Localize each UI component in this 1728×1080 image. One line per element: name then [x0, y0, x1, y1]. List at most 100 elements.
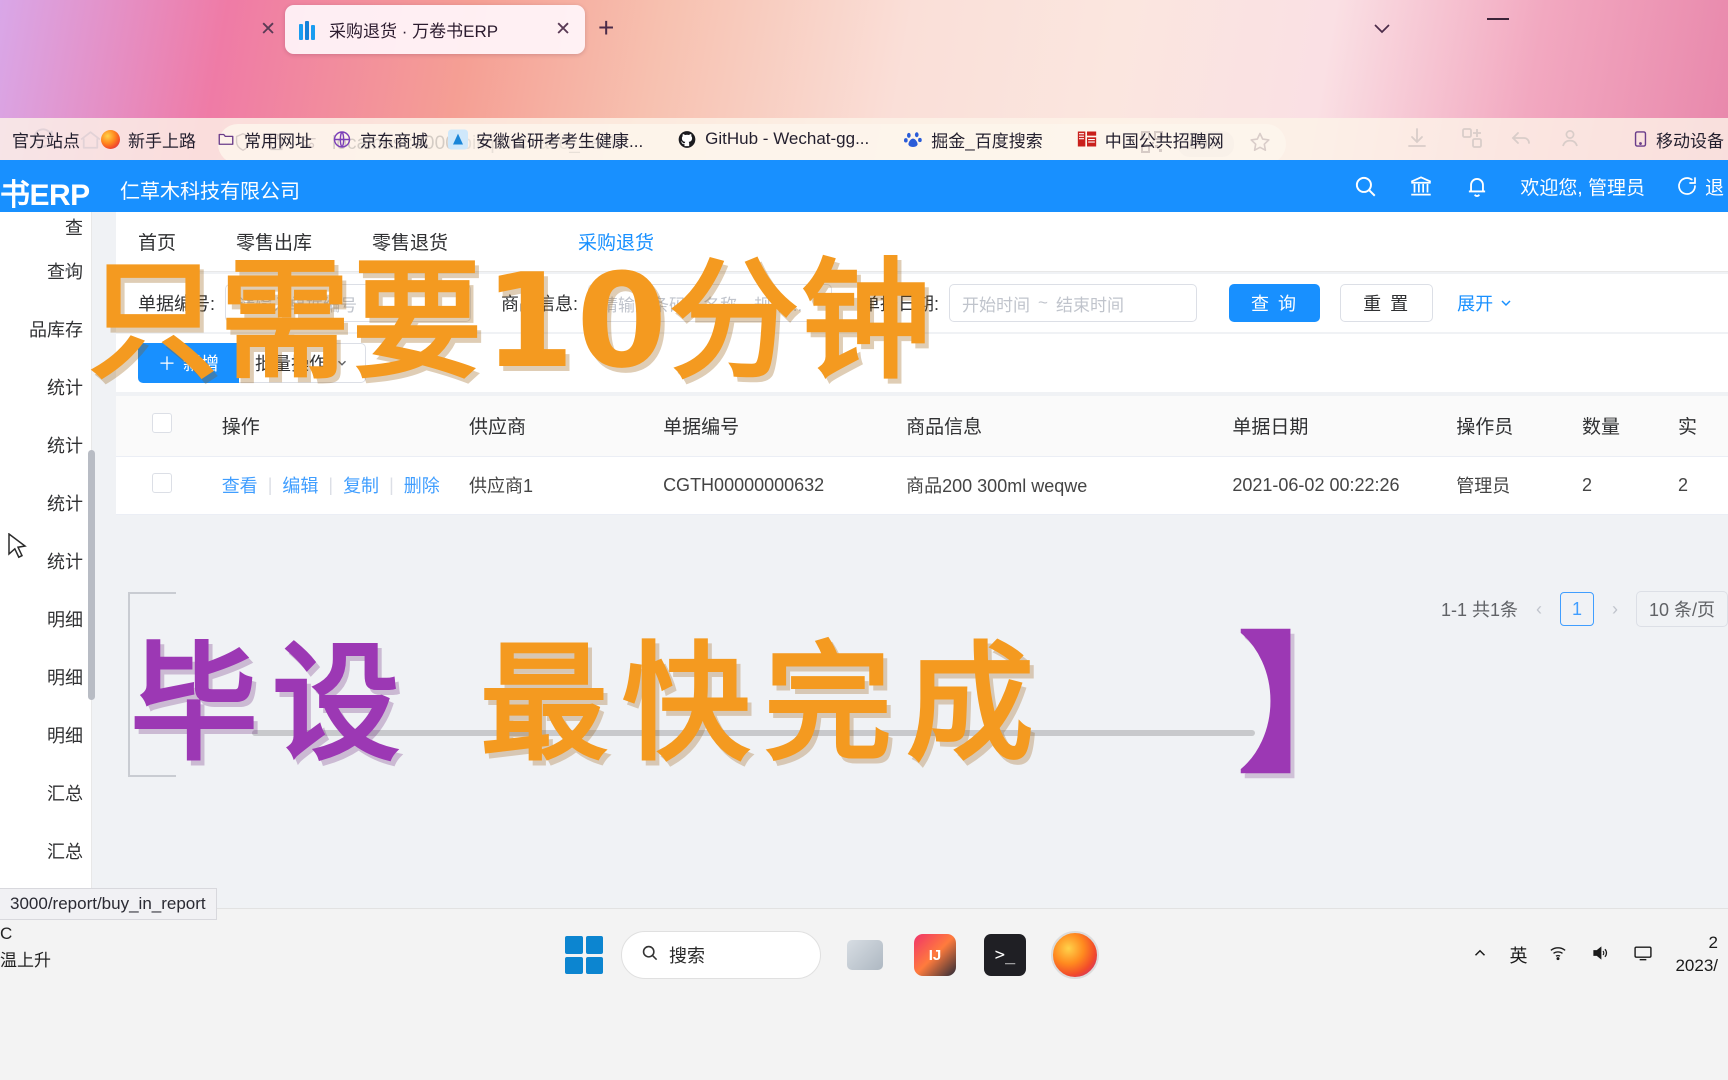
date-range-input[interactable]: 开始时间 ~ 结束时间: [949, 284, 1198, 322]
column-header-extra: 实: [1663, 396, 1728, 457]
sidebar-item-label: 汇总: [47, 784, 83, 804]
close-icon[interactable]: ✕: [555, 20, 571, 39]
sidebar-item-stat-2[interactable]: 统计: [0, 416, 91, 474]
copy-link[interactable]: 复制: [333, 472, 389, 498]
table-row[interactable]: 查看 | 编辑 | 复制 | 删除 供应商1 CGTH00000000632 商: [116, 456, 1728, 515]
bookmark-item[interactable]: 掘金_百度搜索: [893, 127, 1052, 152]
chevron-up-icon[interactable]: [1471, 944, 1489, 967]
date-end-placeholder: 结束时间: [1055, 295, 1124, 315]
search-icon: [640, 943, 659, 967]
sidebar-item-stat-1[interactable]: 统计: [0, 358, 91, 416]
column-header-bill-no: 单据编号: [649, 396, 893, 457]
prev-page-button[interactable]: ‹: [1532, 599, 1546, 620]
bookmark-item[interactable]: 新手上路: [90, 127, 206, 152]
china-jobs-icon: [1077, 129, 1097, 149]
sidebar-item-stock[interactable]: 品库存: [0, 300, 91, 358]
sidebar-item-label: 查: [65, 218, 83, 238]
bookmark-item[interactable]: 常用网址: [206, 127, 322, 152]
sidebar-item-detail-2[interactable]: 明细: [0, 648, 91, 706]
overlay-subline-orange: 最快完成: [480, 630, 1049, 779]
bookmark-item[interactable]: GitHub - Wechat-gg...: [667, 129, 879, 149]
cell-bill-no: CGTH00000000632: [649, 456, 893, 515]
taskbar-search-box[interactable]: 搜索: [621, 931, 821, 979]
view-link[interactable]: 查看: [222, 472, 268, 498]
clipped-page-text: C 温上升: [0, 924, 51, 971]
tab-title: 新标签页: [0, 17, 250, 42]
intellij-icon[interactable]: IJ: [909, 929, 961, 981]
row-operations-cell: 查看 | 编辑 | 复制 | 删除: [207, 456, 456, 515]
search-button[interactable]: 查 询: [1229, 284, 1321, 322]
task-view-icon[interactable]: [839, 929, 891, 981]
logout-button[interactable]: 退: [1675, 173, 1724, 200]
wifi-icon[interactable]: [1547, 944, 1569, 967]
display-icon[interactable]: [1631, 943, 1655, 968]
bell-icon[interactable]: [1464, 173, 1490, 199]
column-header-date: 单据日期: [1218, 396, 1443, 457]
cell-operator: 管理员: [1442, 456, 1569, 515]
browser-chrome: 新标签页 ✕ 采购退货 · 万卷书ERP ✕ +: [0, 0, 1728, 172]
sidebar-item-label: 明细: [47, 726, 83, 746]
site-icon: [0, 129, 4, 149]
row-checkbox[interactable]: [151, 472, 172, 493]
browser-tab-active[interactable]: 采购退货 · 万卷书ERP ✕: [285, 5, 585, 54]
tab-strip: 新标签页 ✕ 采购退货 · 万卷书ERP ✕ +: [0, 0, 1728, 56]
bookmark-item[interactable]: 官方站点: [0, 127, 90, 152]
ime-indicator[interactable]: 英: [1509, 942, 1527, 968]
table-header-row: 操作 供应商 单据编号 商品信息 单据日期 操作员 数量 实: [116, 396, 1728, 457]
next-page-button[interactable]: ›: [1608, 599, 1622, 620]
sidebar-item-summary-1[interactable]: 汇总: [0, 764, 91, 822]
select-all-checkbox[interactable]: [151, 412, 172, 433]
sidebar-item-detail-1[interactable]: 明细: [0, 590, 91, 648]
expand-filters-link[interactable]: 展开: [1457, 290, 1514, 316]
current-page-button[interactable]: 1: [1559, 592, 1594, 626]
date-separator: ~: [1038, 293, 1048, 312]
windows-start-icon[interactable]: [565, 936, 603, 974]
bookmark-item[interactable]: 安徽省研考考生健康...: [438, 127, 653, 152]
folder-icon: [216, 129, 236, 149]
github-icon: [677, 129, 697, 149]
sidebar-item-detail-3[interactable]: 明细: [0, 706, 91, 764]
row-select-cell: [116, 456, 208, 515]
delete-link[interactable]: 删除: [394, 472, 450, 498]
navigation-bar: localhost:3000/bill/purchase_back 90%: [0, 56, 1728, 164]
firefox-icon[interactable]: [1049, 929, 1101, 981]
reset-button[interactable]: 重 置: [1340, 284, 1434, 322]
sidebar-item-summary-2[interactable]: 汇总: [0, 822, 91, 880]
tab-title: 采购退货 · 万卷书ERP: [329, 22, 499, 41]
firefox-icon: [100, 129, 120, 149]
bookmark-item-mobile[interactable]: 移动设备: [1630, 118, 1724, 160]
chevron-down-icon[interactable]: [1370, 16, 1394, 46]
bookmark-label: 新手上路: [128, 131, 196, 151]
sidebar-item-0[interactable]: 查: [0, 212, 91, 242]
page-size-select[interactable]: 10 条/页: [1635, 591, 1728, 627]
bookmark-label: 中国公共招聘网: [1104, 131, 1224, 151]
baidu-icon: [903, 129, 923, 149]
bookmark-label: 常用网址: [244, 131, 312, 151]
window-minimize-button[interactable]: [1487, 18, 1509, 20]
terminal-icon[interactable]: >_: [979, 929, 1031, 981]
column-header-quantity: 数量: [1568, 396, 1664, 457]
bookmark-item[interactable]: 中国公共招聘网: [1067, 127, 1234, 152]
status-bar-link: 3000/report/buy_in_report: [0, 888, 217, 920]
bookmark-label: 安徽省研考考生健康...: [476, 131, 644, 151]
windows-taskbar: 搜索 IJ >_ 英 2 2023/: [0, 908, 1728, 1080]
volume-icon[interactable]: [1589, 944, 1611, 967]
sidebar-item-label: 明细: [47, 668, 83, 688]
shop-icon[interactable]: [1408, 173, 1434, 199]
cell-quantity: 2: [1568, 456, 1664, 515]
browser-tab-inactive[interactable]: 新标签页 ✕: [0, 5, 290, 54]
sidebar-item-query[interactable]: 查询: [0, 242, 91, 300]
edit-link[interactable]: 编辑: [272, 472, 328, 498]
column-header-operation: 操作: [207, 396, 456, 457]
taskbar-clock[interactable]: 2 2023/: [1675, 932, 1718, 978]
bookmark-item[interactable]: 京东商城: [322, 127, 438, 152]
sidebar-item-label: 汇总: [47, 842, 83, 862]
close-icon[interactable]: ✕: [260, 20, 276, 39]
overlay-bracket: 】: [1238, 620, 1389, 794]
pagination-summary: 1-1 共1条: [1440, 600, 1518, 620]
sidebar-item-stat-3[interactable]: 统计: [0, 474, 91, 532]
bookmark-label: 官方站点: [12, 131, 80, 151]
search-icon[interactable]: [1352, 173, 1378, 199]
new-tab-button[interactable]: +: [598, 14, 614, 42]
clock-time: 2: [1708, 933, 1718, 953]
